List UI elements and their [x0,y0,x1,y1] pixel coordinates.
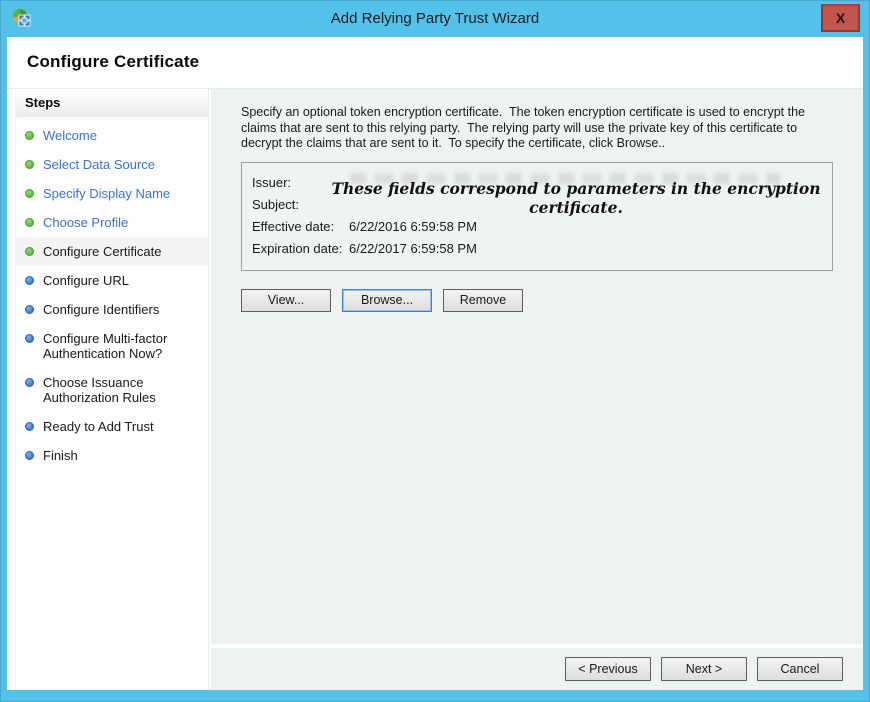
sidebar-step-label: Welcome [43,128,97,143]
page-title: Configure Certificate [27,52,863,72]
sidebar-step-label: Finish [43,448,78,463]
step-bullet-done-icon [25,189,34,198]
sidebar-step-label: Specify Display Name [43,186,170,201]
step-bullet-pending-icon [25,334,34,343]
cert-field-effective-date: Effective date: 6/22/2016 6:59:58 PM [252,216,822,238]
titlebar: Add Relying Party Trust Wizard X [1,1,869,37]
sidebar-step-choose-issuance-authorization-rules: Choose Issuance Authorization Rules [16,368,208,412]
view-button[interactable]: View... [241,289,331,312]
step-bullet-current-icon [25,247,34,256]
content-column: Specify an optional token encryption cer… [211,89,863,690]
sidebar-step-select-data-source[interactable]: Select Data Source [16,150,208,179]
sidebar-step-configure-certificate: Configure Certificate [16,237,208,266]
step-bullet-done-icon [25,131,34,140]
sidebar-step-label: Ready to Add Trust [43,419,154,434]
wizard-footer: < Previous Next > Cancel [211,644,863,690]
sidebar-step-configure-url: Configure URL [16,266,208,295]
next-button[interactable]: Next > [661,657,747,681]
steps-list: Welcome Select Data Source Specify Displ… [16,117,208,470]
window-title: Add Relying Party Trust Wizard [1,1,869,35]
step-bullet-done-icon [25,218,34,227]
page-header: Configure Certificate [7,37,863,89]
sidebar-step-label: Choose Issuance Authorization Rules [43,375,204,405]
step-bullet-done-icon [25,160,34,169]
certificate-annotation: These fields correspond to parameters in… [328,179,824,217]
sidebar-step-choose-profile[interactable]: Choose Profile [16,208,208,237]
sidebar-step-welcome[interactable]: Welcome [16,121,208,150]
sidebar-step-label: Configure URL [43,273,129,288]
sidebar-step-label: Configure Certificate [43,244,162,259]
cancel-button[interactable]: Cancel [757,657,843,681]
step-bullet-pending-icon [25,305,34,314]
sidebar-step-label: Select Data Source [43,157,155,172]
sidebar-step-finish: Finish [16,441,208,470]
sidebar-step-label: Choose Profile [43,215,128,230]
previous-button[interactable]: < Previous [565,657,651,681]
content-area: Specify an optional token encryption cer… [211,89,863,644]
step-bullet-pending-icon [25,422,34,431]
step-bullet-pending-icon [25,378,34,387]
steps-panel: Steps Welcome Select Data Source Specify… [15,89,209,690]
sidebar-step-specify-display-name[interactable]: Specify Display Name [16,179,208,208]
cert-field-value: 6/22/2016 6:59:58 PM [349,216,822,238]
wizard-dialog: Configure Certificate Steps Welcome Sele… [7,37,863,690]
cert-field-label: Effective date: [252,216,349,238]
cert-field-expiration-date: Expiration date: 6/22/2017 6:59:58 PM [252,238,822,260]
sidebar-step-configure-multi-factor-authentication-now: Configure Multi-factor Authentication No… [16,324,208,368]
cert-field-label: Expiration date: [252,238,349,260]
wizard-window: Add Relying Party Trust Wizard X Configu… [0,0,870,702]
sidebar-step-ready-to-add-trust: Ready to Add Trust [16,412,208,441]
certificate-actions: View... Browse... Remove [241,289,835,312]
steps-panel-title: Steps [16,89,208,117]
step-bullet-pending-icon [25,276,34,285]
step-bullet-pending-icon [25,451,34,460]
browse-button[interactable]: Browse... [342,289,432,312]
sidebar-step-label: Configure Identifiers [43,302,159,317]
close-button[interactable]: X [821,4,860,32]
sidebar-step-label: Configure Multi-factor Authentication No… [43,331,204,361]
step-description: Specify an optional token encryption cer… [241,105,835,152]
remove-button[interactable]: Remove [443,289,523,312]
sidebar-step-configure-identifiers: Configure Identifiers [16,295,208,324]
certificate-details-box: These fields correspond to parameters in… [241,162,833,271]
cert-field-value: 6/22/2017 6:59:58 PM [349,238,822,260]
